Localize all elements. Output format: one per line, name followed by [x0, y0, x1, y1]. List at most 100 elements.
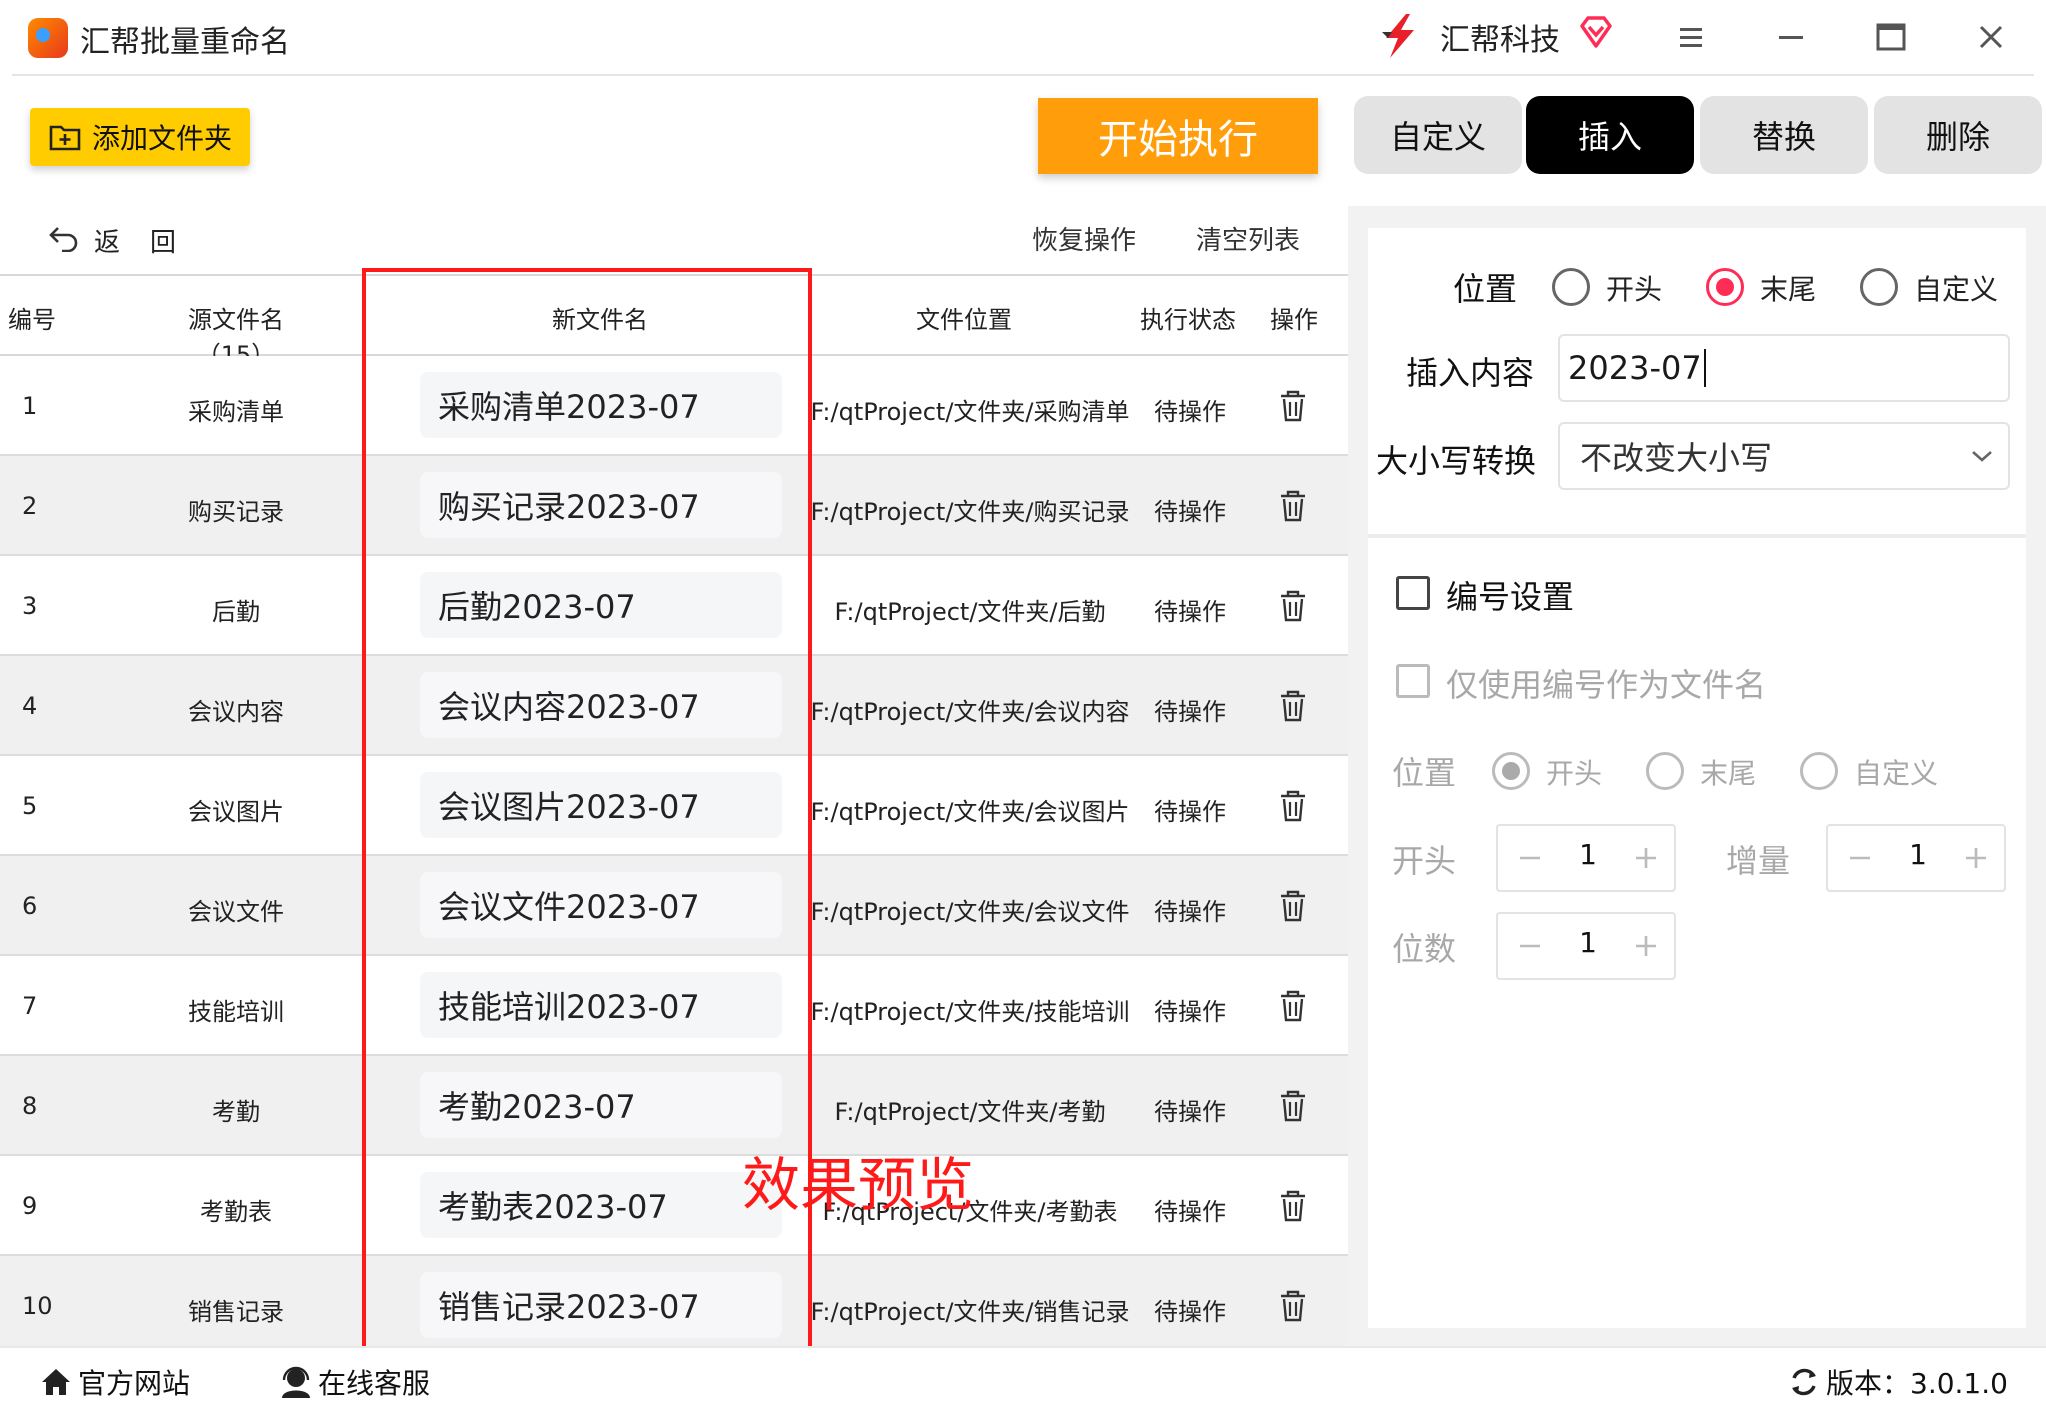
official-site-link[interactable]: 官方网站 — [38, 1362, 190, 1402]
row-number: 4 — [22, 692, 38, 720]
numbering-checkbox[interactable] — [1396, 576, 1430, 610]
radio-insert-end-label[interactable]: 末尾 — [1760, 268, 1816, 308]
row-new-name-field[interactable]: 技能培训2023-07 — [420, 972, 782, 1038]
delete-icon[interactable] — [1278, 590, 1308, 622]
delete-icon[interactable] — [1278, 890, 1308, 922]
table-row[interactable]: 7 技能培训 技能培训2023-07 F:/qtProject/文件夹/技能培训 待操作 — [0, 956, 1348, 1056]
row-number: 7 — [22, 992, 38, 1020]
row-new-name-field[interactable]: 会议图片2023-07 — [420, 772, 782, 838]
radio-number-start[interactable] — [1492, 752, 1530, 790]
delete-icon[interactable] — [1278, 490, 1308, 522]
row-new-name-field[interactable]: 会议内容2023-07 — [420, 672, 782, 738]
radio-insert-start-label[interactable]: 开头 — [1606, 268, 1662, 308]
table-row[interactable]: 8 考勤 考勤2023-07 F:/qtProject/文件夹/考勤 待操作 — [0, 1056, 1348, 1156]
radio-number-end-label[interactable]: 末尾 — [1700, 752, 1756, 792]
case-convert-select[interactable]: 不改变大小写 — [1558, 422, 2010, 490]
insert-content-value: 2023-07 — [1568, 349, 1702, 387]
radio-number-custom[interactable] — [1800, 752, 1838, 790]
numbering-label[interactable]: 编号设置 — [1446, 572, 1574, 618]
row-new-name-field[interactable]: 销售记录2023-07 — [420, 1272, 782, 1338]
delete-icon[interactable] — [1278, 790, 1308, 822]
delete-icon[interactable] — [1278, 690, 1308, 722]
plus-icon[interactable] — [1956, 838, 1996, 878]
tab-delete[interactable]: 删除 — [1874, 96, 2042, 174]
row-status: 待操作 — [1154, 698, 1226, 726]
case-convert-label: 大小写转换 — [1376, 442, 1537, 480]
radio-insert-end[interactable] — [1706, 268, 1744, 306]
step-value-stepper[interactable]: 1 — [1826, 824, 2006, 892]
row-new-name-field[interactable]: 考勤2023-07 — [420, 1072, 782, 1138]
table-row[interactable]: 5 会议图片 会议图片2023-07 F:/qtProject/文件夹/会议图片 待操作 — [0, 756, 1348, 856]
radio-number-end[interactable] — [1646, 752, 1684, 790]
delete-icon[interactable] — [1278, 1290, 1308, 1322]
minus-icon[interactable] — [1840, 838, 1880, 878]
tab-replace[interactable]: 替换 — [1700, 96, 1868, 174]
table-row[interactable]: 2 购买记录 购买记录2023-07 F:/qtProject/文件夹/购买记录 待操作 — [0, 456, 1348, 556]
plus-icon[interactable] — [1626, 926, 1666, 966]
row-location: F:/qtProject/文件夹/后勤 — [834, 598, 1106, 626]
header-status: 执行状态 — [1140, 306, 1236, 334]
row-new-name-field[interactable]: 会议文件2023-07 — [420, 872, 782, 938]
start-value-stepper[interactable]: 1 — [1496, 824, 1676, 892]
row-status: 待操作 — [1154, 798, 1226, 826]
minimize-icon[interactable] — [1766, 12, 1816, 62]
delete-icon[interactable] — [1278, 1190, 1308, 1222]
online-service-link[interactable]: 在线客服 — [278, 1362, 430, 1402]
home-icon — [42, 1369, 70, 1395]
digits-value[interactable]: 1 — [1558, 926, 1618, 959]
maximize-icon[interactable] — [1866, 12, 1916, 62]
table-row[interactable]: 4 会议内容 会议内容2023-07 F:/qtProject/文件夹/会议内容 待操作 — [0, 656, 1348, 756]
tab-custom[interactable]: 自定义 — [1354, 96, 1522, 174]
row-new-name-field[interactable]: 后勤2023-07 — [420, 572, 782, 638]
row-number: 1 — [22, 392, 38, 420]
clear-list-button[interactable]: 清空列表 — [1196, 220, 1300, 257]
only-number-label[interactable]: 仅使用编号作为文件名 — [1446, 660, 1766, 706]
chevron-down-icon — [1972, 451, 1992, 462]
row-new-name-field[interactable]: 购买记录2023-07 — [420, 472, 782, 538]
digits-value-stepper[interactable]: 1 — [1496, 912, 1676, 980]
row-source-name: 会议文件 — [188, 898, 284, 926]
minus-icon[interactable] — [1510, 838, 1550, 878]
row-location: F:/qtProject/文件夹/会议文件 — [810, 898, 1130, 926]
back-arrow-icon[interactable] — [48, 222, 80, 252]
version-info[interactable]: 版本：3.0.1.0 — [1786, 1362, 2008, 1402]
start-button[interactable]: 开始执行 — [1038, 98, 1318, 174]
row-new-name-field[interactable]: 采购清单2023-07 — [420, 372, 782, 438]
table-row[interactable]: 3 后勤 后勤2023-07 F:/qtProject/文件夹/后勤 待操作 — [0, 556, 1348, 656]
step-value[interactable]: 1 — [1888, 838, 1948, 871]
radio-insert-start[interactable] — [1552, 268, 1590, 306]
table-row[interactable]: 9 考勤表 考勤表2023-07 F:/qtProject/文件夹/考勤表 待操作 — [0, 1156, 1348, 1256]
table-row[interactable]: 6 会议文件 会议文件2023-07 F:/qtProject/文件夹/会议文件 待操作 — [0, 856, 1348, 956]
official-site-label: 官方网站 — [78, 1367, 191, 1400]
plus-icon[interactable] — [1626, 838, 1666, 878]
radio-insert-custom[interactable] — [1860, 268, 1898, 306]
preview-annotation: 效果预览 — [742, 1151, 975, 1219]
delete-icon[interactable] — [1278, 1090, 1308, 1122]
row-number: 8 — [22, 1092, 38, 1120]
add-folder-button[interactable]: 添加文件夹 — [30, 108, 250, 166]
row-status: 待操作 — [1154, 398, 1226, 426]
table-row[interactable]: 10 销售记录 销售记录2023-07 F:/qtProject/文件夹/销售记录 待操… — [0, 1256, 1348, 1356]
table-row[interactable]: 1 采购清单 采购清单2023-07 F:/qtProject/文件夹/采购清单 待操作 — [0, 356, 1348, 456]
add-folder-label: 添加文件夹 — [92, 122, 233, 155]
tab-insert[interactable]: 插入 — [1526, 96, 1694, 174]
radio-number-custom-label[interactable]: 自定义 — [1854, 752, 1938, 792]
insert-content-input[interactable]: 2023-07 — [1558, 334, 2010, 402]
row-status: 待操作 — [1154, 1298, 1226, 1326]
delete-icon[interactable] — [1278, 990, 1308, 1022]
menu-icon[interactable] — [1666, 12, 1716, 62]
vip-diamond-icon[interactable] — [1578, 14, 1614, 50]
delete-icon[interactable] — [1278, 390, 1308, 422]
panel-divider — [1368, 534, 2026, 538]
radio-insert-custom-label[interactable]: 自定义 — [1914, 268, 1998, 308]
row-source-name: 购买记录 — [188, 498, 284, 526]
back-button[interactable]: 返回 — [94, 222, 206, 259]
close-icon[interactable] — [1966, 12, 2016, 62]
only-number-checkbox[interactable] — [1396, 664, 1430, 698]
restore-button[interactable]: 恢复操作 — [1032, 220, 1136, 257]
row-source-name: 销售记录 — [188, 1298, 284, 1326]
row-new-name-field[interactable]: 考勤表2023-07 — [420, 1172, 782, 1238]
minus-icon[interactable] — [1510, 926, 1550, 966]
radio-number-start-label[interactable]: 开头 — [1546, 752, 1602, 792]
start-value[interactable]: 1 — [1558, 838, 1618, 871]
